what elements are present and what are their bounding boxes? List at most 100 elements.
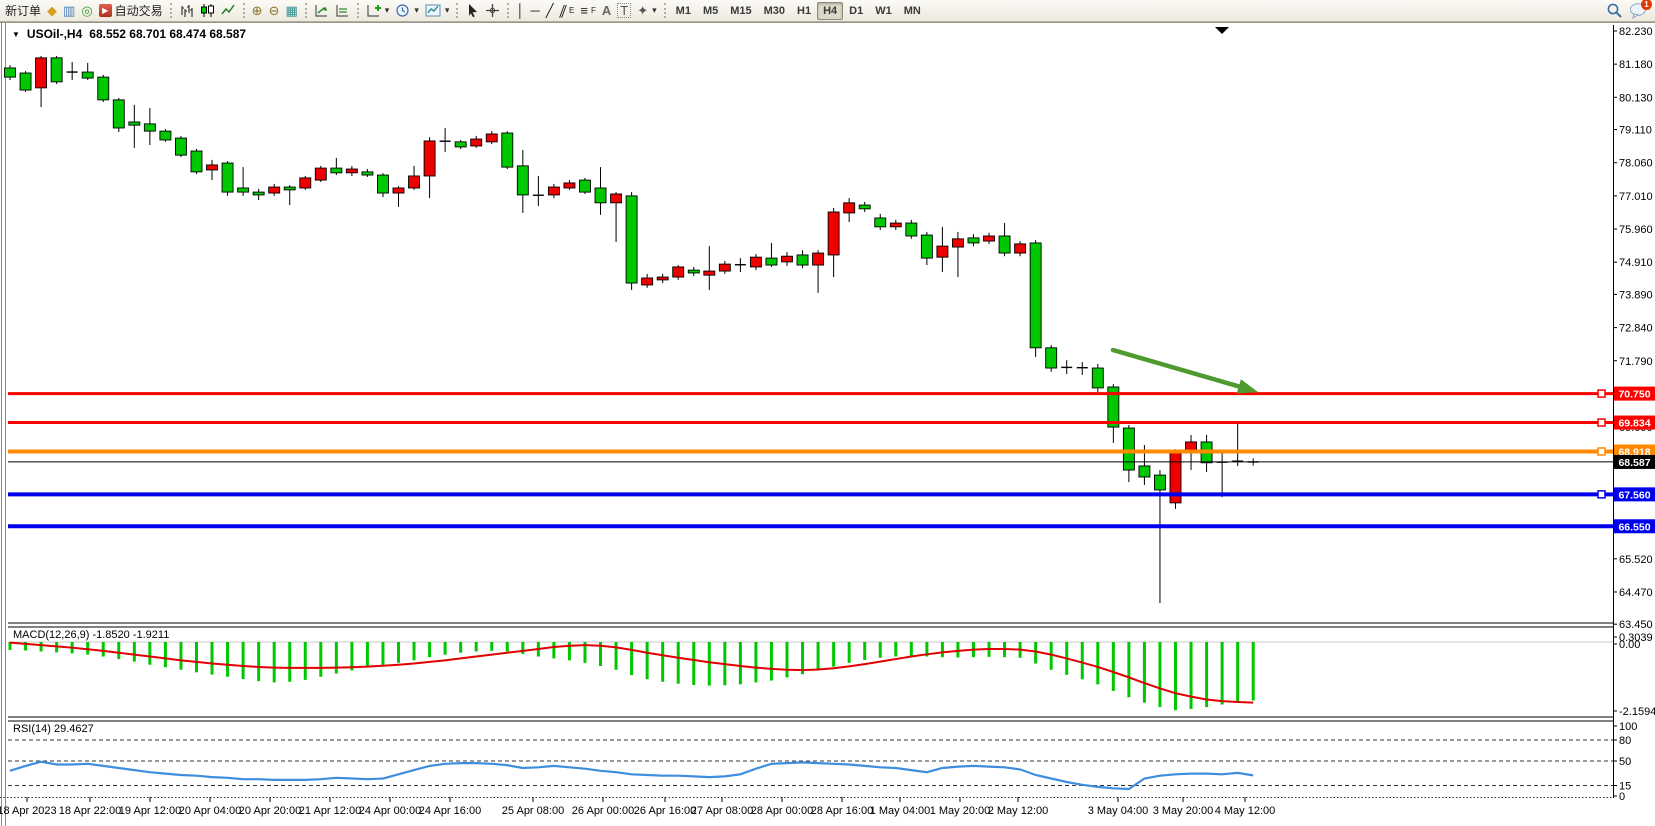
template-button[interactable]: ▾ <box>422 1 453 21</box>
candle-body[interactable] <box>129 122 140 125</box>
candle-body[interactable] <box>688 270 699 273</box>
candle-body[interactable] <box>160 131 171 140</box>
candle-body[interactable] <box>175 138 186 155</box>
candle-body[interactable] <box>471 139 482 146</box>
candle-body[interactable] <box>1092 368 1103 388</box>
candle-body[interactable] <box>315 168 326 180</box>
line-anchor-handle[interactable] <box>1598 448 1605 455</box>
candle-body[interactable] <box>409 176 420 188</box>
candle-body[interactable] <box>207 165 218 170</box>
chart-line-button[interactable] <box>218 1 239 21</box>
candle-body[interactable] <box>284 187 295 190</box>
candle-body[interactable] <box>859 205 870 209</box>
line-anchor-handle[interactable] <box>1598 419 1605 426</box>
candle-body[interactable] <box>1046 348 1057 368</box>
zoom-in-button[interactable]: ⊕ <box>249 1 266 21</box>
indicators-button[interactable]: ▾ <box>363 1 393 21</box>
trendline-tool[interactable]: ╱ <box>543 1 557 21</box>
candle-body[interactable] <box>51 58 62 82</box>
candle-body[interactable] <box>5 68 16 77</box>
line-anchor-handle[interactable] <box>1598 390 1605 397</box>
seal-button[interactable]: ◆ <box>44 1 60 21</box>
candle-body[interactable] <box>626 196 637 283</box>
candle-body[interactable] <box>657 277 668 280</box>
candle-body[interactable] <box>1015 244 1026 253</box>
candle-body[interactable] <box>377 175 388 193</box>
chart-bars-button[interactable] <box>176 1 197 21</box>
timeframe-button-M15[interactable]: M15 <box>724 2 757 20</box>
period-button[interactable]: ▾ <box>392 1 422 21</box>
timeframe-button-MN[interactable]: MN <box>898 2 927 20</box>
crosshair-button[interactable] <box>482 1 503 21</box>
candle-body[interactable] <box>642 278 653 285</box>
candle-body[interactable] <box>253 192 264 195</box>
candle-body[interactable] <box>611 194 622 203</box>
candle-body[interactable] <box>362 172 373 175</box>
candle-body[interactable] <box>921 235 932 258</box>
candle-body[interactable] <box>346 169 357 173</box>
label-tool[interactable]: T <box>614 1 634 21</box>
candle-body[interactable] <box>502 133 513 167</box>
candle-body[interactable] <box>719 264 730 271</box>
timeframe-button-W1[interactable]: W1 <box>869 2 898 20</box>
candle-body[interactable] <box>875 218 886 227</box>
candle-body[interactable] <box>1154 475 1165 490</box>
candle-body[interactable] <box>300 178 311 188</box>
candle-body[interactable] <box>968 238 979 243</box>
candle-body[interactable] <box>1030 243 1041 348</box>
candle-body[interactable] <box>595 188 606 203</box>
auto-trading-button[interactable]: ▶ 自动交易 <box>96 1 166 21</box>
candle-body[interactable] <box>1123 428 1134 470</box>
chevron-down-icon[interactable]: ▼ <box>12 30 20 39</box>
zoom-out-button[interactable]: ⊖ <box>266 1 283 21</box>
timeframe-button-M30[interactable]: M30 <box>758 2 791 20</box>
candle-body[interactable] <box>82 72 93 78</box>
cursor-button[interactable] <box>462 1 482 21</box>
candle-body[interactable] <box>782 256 793 262</box>
candle-body[interactable] <box>766 258 777 265</box>
candle-body[interactable] <box>238 188 249 192</box>
candle-body[interactable] <box>984 236 995 241</box>
candle-body[interactable] <box>844 203 855 213</box>
market-watch-button[interactable]: ▥ <box>60 1 78 21</box>
new-order-button[interactable]: 新订单 <box>2 1 44 21</box>
candle-body[interactable] <box>20 73 31 90</box>
candle-body[interactable] <box>331 168 342 173</box>
timeframe-button-M5[interactable]: M5 <box>697 2 724 20</box>
timeframe-button-D1[interactable]: D1 <box>843 2 869 20</box>
candle-body[interactable] <box>579 180 590 192</box>
text-tool[interactable]: A <box>599 1 614 21</box>
grid-arrange-button[interactable] <box>332 1 353 21</box>
chat-button[interactable]: 1 <box>1629 2 1649 20</box>
candle-body[interactable] <box>673 267 684 277</box>
candle-body[interactable] <box>424 141 435 176</box>
candle-body[interactable] <box>548 187 559 195</box>
search-icon[interactable] <box>1606 2 1623 19</box>
candle-body[interactable] <box>890 223 901 227</box>
candle-body[interactable] <box>828 212 839 255</box>
candle-body[interactable] <box>564 183 575 188</box>
candle-body[interactable] <box>952 239 963 247</box>
timeframe-button-M1[interactable]: M1 <box>670 2 697 20</box>
candle-body[interactable] <box>393 188 404 193</box>
chart-svg[interactable]: 82.23081.18080.13079.11078.06077.01075.9… <box>0 0 1655 826</box>
candle-body[interactable] <box>517 166 528 195</box>
candle-body[interactable] <box>797 255 808 265</box>
candle-body[interactable] <box>113 100 124 128</box>
candle-body[interactable] <box>191 151 202 172</box>
candle-body[interactable] <box>813 253 824 265</box>
candle-body[interactable] <box>704 271 715 275</box>
candle-body[interactable] <box>486 134 497 142</box>
timeframe-button-H4[interactable]: H4 <box>817 2 843 20</box>
candle-body[interactable] <box>999 236 1010 253</box>
candle-body[interactable] <box>98 77 109 100</box>
candle-body[interactable] <box>906 223 917 236</box>
candle-body[interactable] <box>222 163 233 192</box>
candle-body[interactable] <box>937 246 948 257</box>
candle-body[interactable] <box>36 58 47 88</box>
tile-windows-button[interactable]: ▦ <box>282 1 300 21</box>
candle-body[interactable] <box>269 187 280 193</box>
vertical-line-tool[interactable]: │ <box>513 1 527 21</box>
candle-body[interactable] <box>144 124 155 131</box>
shapes-tool[interactable]: ✦ ▾ <box>634 1 659 21</box>
